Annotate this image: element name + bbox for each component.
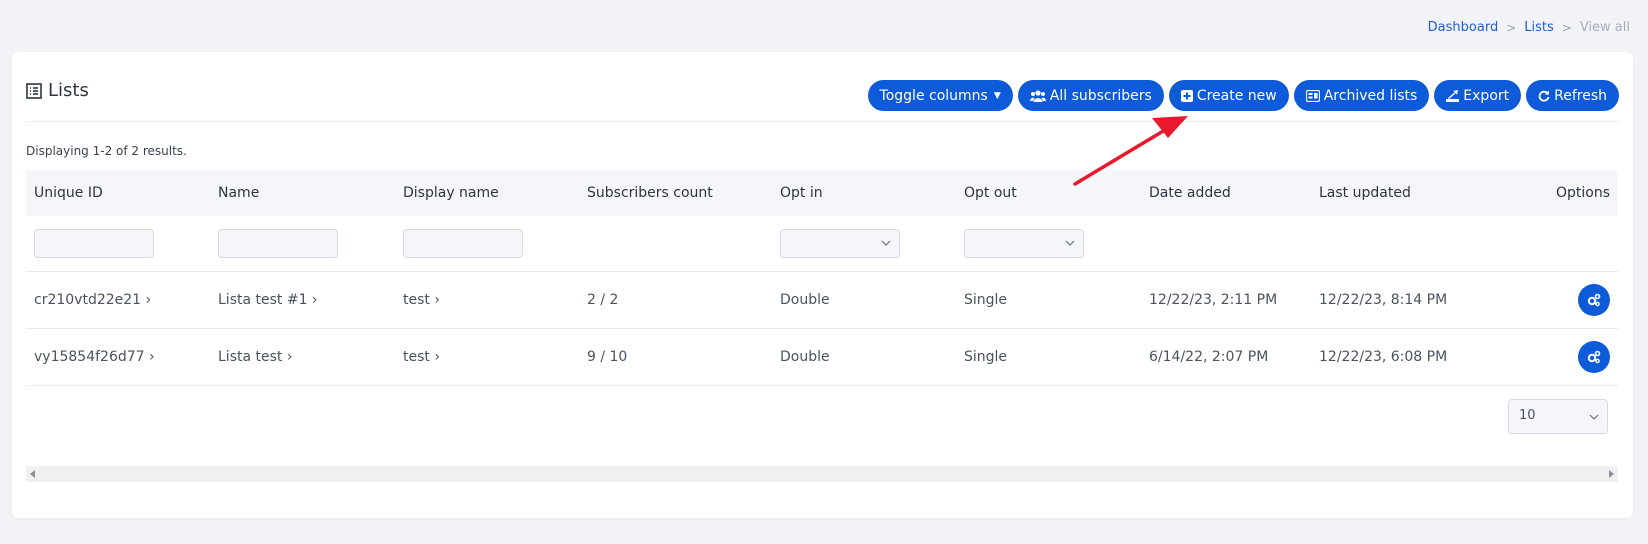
unique-id-filter-input[interactable]: [34, 228, 154, 258]
unique-id-link[interactable]: vy15854f26d77 ›: [26, 328, 210, 386]
breadcrumb-current: View all: [1579, 20, 1630, 35]
lists-table: Unique ID Name Display name Subscribers …: [26, 170, 1618, 386]
export-label: Export: [1463, 87, 1510, 104]
scroll-right-icon[interactable]: [1608, 470, 1614, 478]
column-header[interactable]: Subscribers count: [579, 170, 772, 216]
subscribers-count: 2 / 2: [579, 271, 772, 329]
page-size-select[interactable]: 10: [1508, 399, 1608, 434]
page-title: Lists: [26, 80, 89, 101]
opt-in-filter-select[interactable]: [780, 228, 900, 258]
column-header[interactable]: Unique ID: [26, 170, 210, 216]
last-updated: 12/22/23, 8:14 PM: [1311, 271, 1479, 329]
export-button[interactable]: Export: [1434, 80, 1522, 111]
row-options-button[interactable]: [1578, 340, 1610, 373]
all-subscribers-button[interactable]: All subscribers: [1017, 80, 1164, 111]
results-summary: Displaying 1-2 of 2 results.: [26, 144, 187, 158]
toggle-columns-button[interactable]: Toggle columns ▼: [867, 80, 1013, 111]
create-new-button[interactable]: Create new: [1168, 80, 1289, 111]
subscribers-count: 9 / 10: [579, 328, 772, 386]
toolbar: Toggle columns ▼ All subscribers Create …: [867, 80, 1619, 111]
page-size-value: 10: [1519, 408, 1536, 423]
column-header[interactable]: Last updated: [1311, 170, 1479, 216]
caret-down-icon: ▼: [993, 90, 1001, 101]
column-header[interactable]: Name: [210, 170, 395, 216]
refresh-button[interactable]: Refresh: [1526, 80, 1619, 111]
archive-icon: [1305, 89, 1320, 102]
users-icon: [1029, 89, 1046, 102]
page-title-text: Lists: [48, 80, 89, 101]
row-options-button[interactable]: [1578, 283, 1610, 316]
opt-in-value: Double: [772, 271, 956, 329]
cogs-icon: [1587, 350, 1601, 363]
card-header: Lists Toggle columns ▼ All subscribers C…: [26, 76, 1619, 122]
table-row: vy15854f26d77 › Lista test › test › 9 / …: [26, 328, 1618, 386]
breadcrumb: Dashboard > Lists > View all: [1428, 20, 1630, 35]
opt-out-value: Single: [956, 271, 1141, 329]
last-updated: 12/22/23, 6:08 PM: [1311, 328, 1479, 386]
column-header: Options: [1479, 170, 1618, 216]
display-name-link[interactable]: test ›: [395, 271, 579, 329]
display-name-filter-input[interactable]: [403, 228, 523, 258]
column-header[interactable]: Opt in: [772, 170, 956, 216]
export-icon: [1446, 89, 1460, 102]
date-added: 6/14/22, 2:07 PM: [1141, 328, 1311, 386]
list-name-link[interactable]: Lista test ›: [210, 328, 395, 386]
breadcrumb-separator: >: [1561, 20, 1572, 35]
column-header[interactable]: Date added: [1141, 170, 1311, 216]
list-name-link[interactable]: Lista test #1 ›: [210, 271, 395, 329]
column-header[interactable]: Display name: [395, 170, 579, 216]
chevron-down-icon: [1589, 414, 1599, 420]
list-icon: [26, 82, 42, 99]
column-header[interactable]: Opt out: [956, 170, 1141, 216]
plus-square-icon: [1180, 89, 1193, 102]
chevron-down-icon: [1065, 240, 1075, 246]
refresh-icon: [1538, 90, 1550, 102]
refresh-label: Refresh: [1554, 87, 1607, 104]
chevron-down-icon: [881, 240, 891, 246]
create-new-label: Create new: [1196, 87, 1277, 104]
archived-lists-label: Archived lists: [1323, 87, 1418, 104]
date-added: 12/22/23, 2:11 PM: [1141, 271, 1311, 329]
horizontal-scrollbar[interactable]: [26, 466, 1618, 482]
breadcrumb-separator: >: [1506, 20, 1517, 35]
display-name-link[interactable]: test ›: [395, 328, 579, 386]
unique-id-link[interactable]: cr210vtd22e21 ›: [26, 271, 210, 329]
opt-out-value: Single: [956, 328, 1141, 386]
archived-lists-button[interactable]: Archived lists: [1293, 80, 1430, 111]
cogs-icon: [1587, 293, 1601, 306]
table-header-row: Unique ID Name Display name Subscribers …: [26, 170, 1618, 216]
filter-row: [26, 216, 1618, 272]
table-row: cr210vtd22e21 › Lista test #1 › test › 2…: [26, 271, 1618, 329]
breadcrumb-dashboard[interactable]: Dashboard: [1428, 20, 1499, 35]
opt-in-value: Double: [772, 328, 956, 386]
toggle-columns-label: Toggle columns: [879, 87, 988, 104]
lists-card: Lists Toggle columns ▼ All subscribers C…: [12, 52, 1633, 518]
scroll-left-icon[interactable]: [30, 470, 36, 478]
breadcrumb-lists[interactable]: Lists: [1524, 20, 1554, 35]
name-filter-input[interactable]: [218, 228, 338, 258]
all-subscribers-label: All subscribers: [1049, 87, 1152, 104]
opt-out-filter-select[interactable]: [964, 228, 1084, 258]
